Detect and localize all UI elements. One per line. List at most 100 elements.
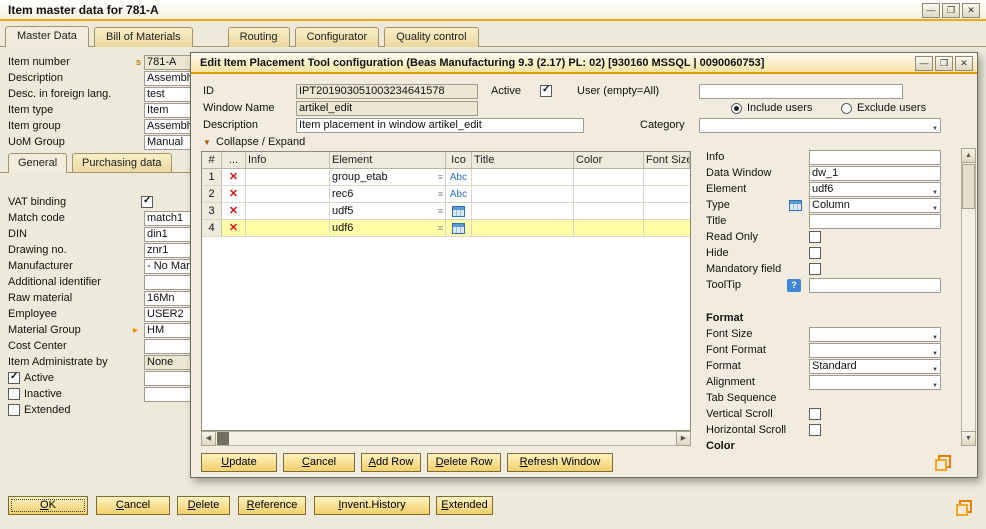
delete-x-icon[interactable]: ✕ [229, 187, 238, 202]
info-cell[interactable] [246, 186, 330, 202]
font-size-cell[interactable] [644, 186, 690, 202]
collapse-icon[interactable]: ▼ [203, 138, 211, 147]
ico-cell[interactable] [446, 220, 472, 236]
title-cell[interactable] [472, 203, 574, 219]
horizontal-scroll-checkbox[interactable] [809, 424, 821, 436]
font-size-select[interactable] [809, 327, 941, 342]
close-icon[interactable]: ✕ [962, 3, 980, 18]
title-field[interactable] [809, 214, 941, 229]
title-cell[interactable] [472, 186, 574, 202]
update-button[interactable]: Update [201, 453, 277, 472]
scroll-up-icon[interactable]: ▲ [961, 148, 976, 163]
collapse-expand-link[interactable]: Collapse / Expand [216, 135, 305, 150]
link-arrow-icon[interactable]: ▸ [133, 323, 138, 338]
window-name-field[interactable]: artikel_edit [296, 101, 478, 116]
row-delete-cell[interactable]: ✕ [222, 220, 246, 236]
menu-icon[interactable]: ≡ [438, 221, 443, 236]
ico-cell[interactable] [446, 203, 472, 219]
dialog-description-field[interactable]: Item placement in window artikel_edit [296, 118, 584, 133]
element-cell[interactable]: rec6≡ [330, 186, 446, 202]
dialog-minimize-icon[interactable]: — [915, 56, 933, 71]
exclude-users-radio[interactable] [841, 103, 852, 114]
delete-row-button[interactable]: Delete Row [427, 453, 501, 472]
cancel-button[interactable]: Cancel [96, 496, 170, 515]
scroll-down-icon[interactable]: ▼ [961, 431, 976, 446]
add-row-button[interactable]: Add Row [361, 453, 421, 472]
tab-bill-of-materials[interactable]: Bill of Materials [94, 27, 193, 47]
dialog-close-icon[interactable]: ✕ [955, 56, 973, 71]
read-only-checkbox[interactable] [809, 231, 821, 243]
mandatory-checkbox[interactable] [809, 263, 821, 275]
color-cell[interactable] [574, 169, 644, 185]
active-checkbox[interactable] [8, 372, 20, 384]
title-cell[interactable] [472, 169, 574, 185]
alignment-select[interactable] [809, 375, 941, 390]
font-size-cell[interactable] [644, 220, 690, 236]
vertical-scroll-checkbox[interactable] [809, 408, 821, 420]
info-cell[interactable] [246, 169, 330, 185]
inactive-checkbox[interactable] [8, 388, 20, 400]
row-delete-cell[interactable]: ✕ [222, 186, 246, 202]
user-field[interactable] [699, 84, 903, 99]
resize-grip-icon[interactable] [956, 500, 972, 516]
delete-x-icon[interactable]: ✕ [229, 170, 238, 185]
subtab-general[interactable]: General [8, 153, 67, 173]
type-select[interactable]: Column [809, 198, 941, 213]
table-row[interactable]: 1 ✕ group_etab≡ Abc [202, 169, 690, 186]
minimize-icon[interactable]: — [922, 3, 940, 18]
subtab-purchasing-data[interactable]: Purchasing data [72, 153, 172, 173]
row-delete-cell[interactable]: ✕ [222, 203, 246, 219]
invent-history-button[interactable]: Invent.History [314, 496, 430, 515]
dialog-active-checkbox[interactable] [540, 85, 552, 97]
delete-button[interactable]: Delete [177, 496, 230, 515]
color-cell[interactable] [574, 186, 644, 202]
font-size-cell[interactable] [644, 203, 690, 219]
dialog-maximize-icon[interactable]: ❐ [935, 56, 953, 71]
info-cell[interactable] [246, 203, 330, 219]
ico-cell[interactable]: Abc [446, 169, 472, 185]
tab-quality-control[interactable]: Quality control [384, 27, 478, 47]
title-cell[interactable] [472, 220, 574, 236]
horizontal-scrollbar[interactable] [201, 431, 691, 446]
tab-master-data[interactable]: Master Data [5, 26, 89, 47]
delete-x-icon[interactable]: ✕ [229, 204, 238, 219]
category-select[interactable] [699, 118, 941, 133]
scroll-right-icon[interactable]: ▶ [676, 431, 691, 446]
help-icon[interactable]: ? [787, 279, 801, 292]
element-cell[interactable]: udf5≡ [330, 203, 446, 219]
info-field[interactable] [809, 150, 941, 165]
include-users-radio[interactable] [731, 103, 742, 114]
horizontal-scroll-thumb[interactable] [217, 432, 229, 445]
vat-binding-checkbox[interactable] [141, 196, 153, 208]
tab-configurator[interactable]: Configurator [295, 27, 380, 47]
data-window-field[interactable]: dw_1 [809, 166, 941, 181]
hide-checkbox[interactable] [809, 247, 821, 259]
ok-button[interactable]: OK [8, 496, 88, 515]
refresh-window-button[interactable]: Refresh Window [507, 453, 613, 472]
color-cell[interactable] [574, 203, 644, 219]
table-row[interactable]: 3 ✕ udf5≡ [202, 203, 690, 220]
menu-icon[interactable]: ≡ [438, 187, 443, 202]
color-cell[interactable] [574, 220, 644, 236]
dialog-cancel-button[interactable]: Cancel [283, 453, 355, 472]
ico-cell[interactable]: Abc [446, 186, 472, 202]
extended-button[interactable]: Extended [436, 496, 493, 515]
info-cell[interactable] [246, 220, 330, 236]
table-row[interactable]: 2 ✕ rec6≡ Abc [202, 186, 690, 203]
element-cell[interactable]: group_etab≡ [330, 169, 446, 185]
id-field[interactable]: IPT201903051003234641578 [296, 84, 478, 99]
extended-checkbox[interactable] [8, 404, 20, 416]
row-delete-cell[interactable]: ✕ [222, 169, 246, 185]
vertical-scroll-thumb[interactable] [962, 164, 975, 209]
tooltip-field[interactable] [809, 278, 941, 293]
dialog-resize-grip-icon[interactable] [935, 455, 951, 471]
menu-icon[interactable]: ≡ [438, 204, 443, 219]
delete-x-icon[interactable]: ✕ [229, 221, 238, 236]
reference-button[interactable]: Reference [238, 496, 306, 515]
maximize-icon[interactable]: ❐ [942, 3, 960, 18]
scroll-left-icon[interactable]: ◀ [201, 431, 216, 446]
table-row-selected[interactable]: 4 ✕ udf6≡ [202, 220, 690, 237]
menu-icon[interactable]: ≡ [438, 170, 443, 185]
tab-routing[interactable]: Routing [228, 27, 290, 47]
format-select[interactable]: Standard [809, 359, 941, 374]
